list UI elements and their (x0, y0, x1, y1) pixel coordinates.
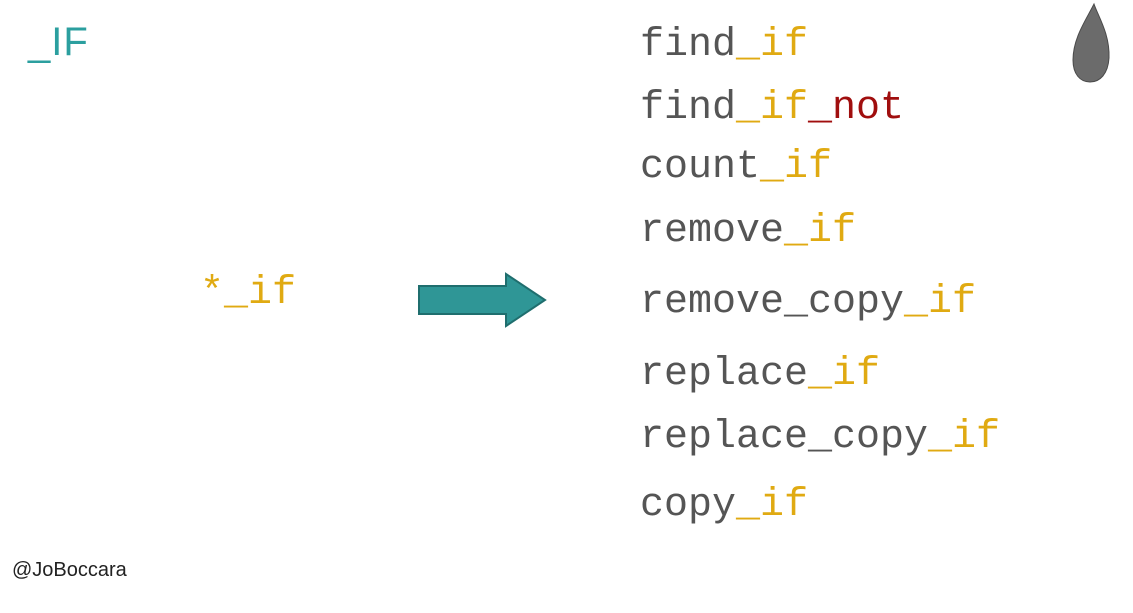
algorithm-suffix: _if (808, 352, 881, 397)
algorithm-suffix: _if (784, 209, 857, 254)
algorithm-base: remove (640, 209, 785, 254)
algorithm-base: find (640, 86, 737, 131)
algorithm-suffix: _if (736, 86, 809, 131)
algorithm-base: find (640, 23, 737, 68)
algorithm-base: remove_copy (640, 280, 905, 325)
algorithm-suffix: _if (928, 415, 1001, 460)
algorithm-item: remove_copy_if (640, 283, 976, 323)
algorithm-item: remove_if (640, 212, 856, 252)
algorithm-item: find_if_not (640, 89, 904, 129)
author-handle: @JoBoccara (12, 559, 127, 581)
algorithm-base: count (640, 145, 761, 190)
wildcard-pattern: *_if (200, 271, 297, 316)
algorithm-item: count_if (640, 148, 832, 188)
algorithm-suffix: _if (760, 145, 833, 190)
algorithm-base: replace (640, 352, 809, 397)
slide-title: _IF (28, 20, 89, 64)
algorithm-item: copy_if (640, 486, 808, 526)
algorithm-item: replace_copy_if (640, 418, 1000, 458)
algorithm-base: copy (640, 483, 737, 528)
algorithm-item: find_if (640, 26, 808, 66)
algorithm-base: replace_copy (640, 415, 929, 460)
algorithm-negation: _not (808, 86, 905, 131)
algorithm-suffix: _if (904, 280, 977, 325)
drop-shape-icon (1072, 2, 1110, 83)
right-arrow-icon (418, 272, 547, 328)
algorithm-suffix: _if (736, 23, 809, 68)
algorithm-suffix: _if (736, 483, 809, 528)
algorithm-item: replace_if (640, 355, 880, 395)
